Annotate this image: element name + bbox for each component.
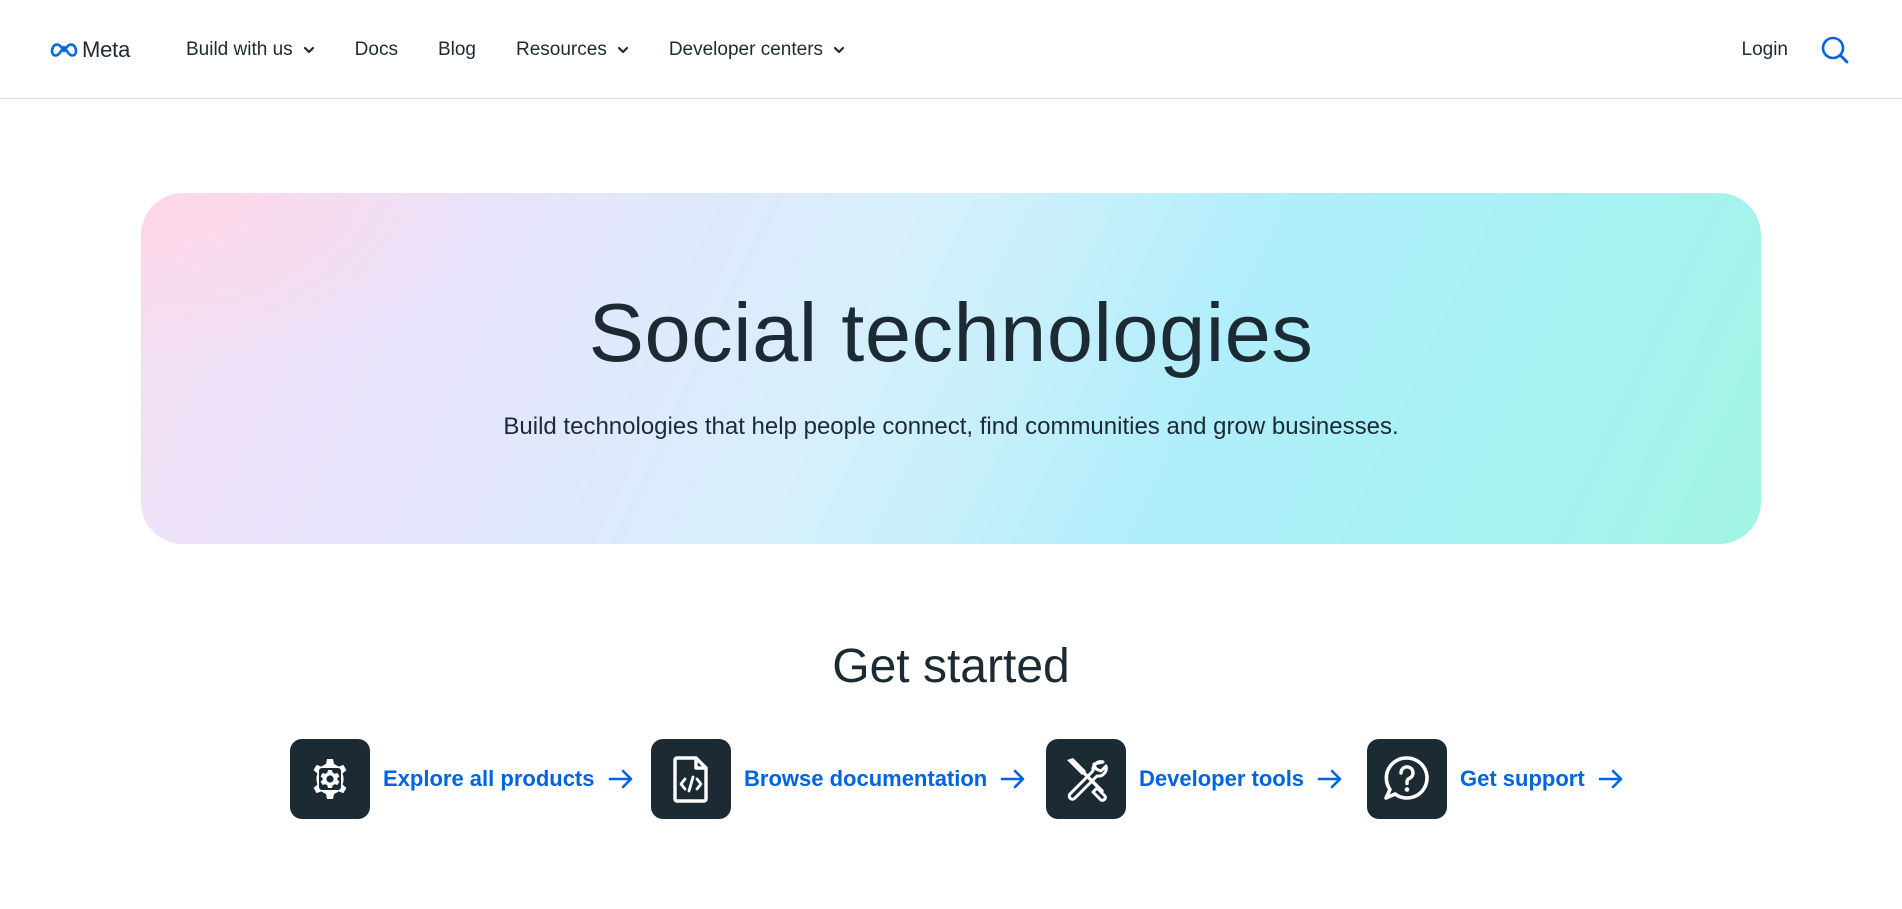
- nav-item-label: Build with us: [186, 39, 293, 60]
- nav-item-label: Blog: [437, 39, 476, 60]
- nav-item-build-with-us[interactable]: Build with us: [186, 39, 315, 61]
- code-document-icon: [651, 739, 731, 819]
- nav-item-label: Docs: [354, 39, 398, 60]
- developer-tools-link[interactable]: Developer tools: [1046, 739, 1343, 819]
- card-label: Explore all products: [383, 766, 595, 791]
- nav-item-label: Resources: [516, 39, 607, 60]
- help-bubble-icon: [1367, 739, 1447, 819]
- hero-title: Social technologies: [588, 286, 1314, 379]
- get-started-links: Explore all products Browse documentatio…: [0, 739, 1902, 819]
- gear-icon: [290, 739, 370, 819]
- nav-item-blog[interactable]: Blog: [438, 39, 476, 61]
- nav-item-developer-centers[interactable]: Developer centers: [669, 39, 845, 61]
- header-actions: Login: [1742, 34, 1851, 66]
- card-label: Browse documentation: [744, 766, 988, 791]
- get-support-link[interactable]: Get support: [1367, 739, 1624, 819]
- nav-item-resources[interactable]: Resources: [516, 39, 629, 61]
- browse-documentation-link[interactable]: Browse documentation: [651, 739, 1026, 819]
- explore-all-products-link[interactable]: Explore all products: [290, 739, 634, 819]
- hero-subtitle: Build technologies that help people conn…: [503, 413, 1399, 440]
- arrow-right-icon: [608, 769, 634, 789]
- card-label: Developer tools: [1139, 766, 1305, 791]
- tools-icon: [1046, 739, 1126, 819]
- nav-item-label: Developer centers: [668, 39, 824, 60]
- nav-item-docs[interactable]: Docs: [355, 39, 398, 61]
- chevron-down-icon: [833, 46, 845, 54]
- chevron-down-icon: [303, 46, 315, 54]
- meta-logo-text: Meta: [82, 37, 131, 62]
- login-link[interactable]: Login: [1742, 39, 1789, 61]
- arrow-right-icon: [1000, 769, 1026, 789]
- hero-banner: Social technologies Build technologies t…: [141, 193, 1761, 544]
- main-nav: Build with us Docs Blog Resources Develo…: [186, 36, 885, 64]
- meta-infinity-icon: [50, 42, 78, 58]
- arrow-right-icon: [1317, 769, 1343, 789]
- get-started-heading: Get started: [832, 640, 1070, 693]
- card-label: Get support: [1460, 766, 1585, 791]
- arrow-right-icon: [1598, 769, 1624, 789]
- chevron-down-icon: [617, 46, 629, 54]
- site-header: Meta Build with us Docs Blog Resources D…: [0, 0, 1902, 99]
- meta-logo[interactable]: Meta: [50, 36, 130, 64]
- search-icon[interactable]: [1820, 35, 1850, 65]
